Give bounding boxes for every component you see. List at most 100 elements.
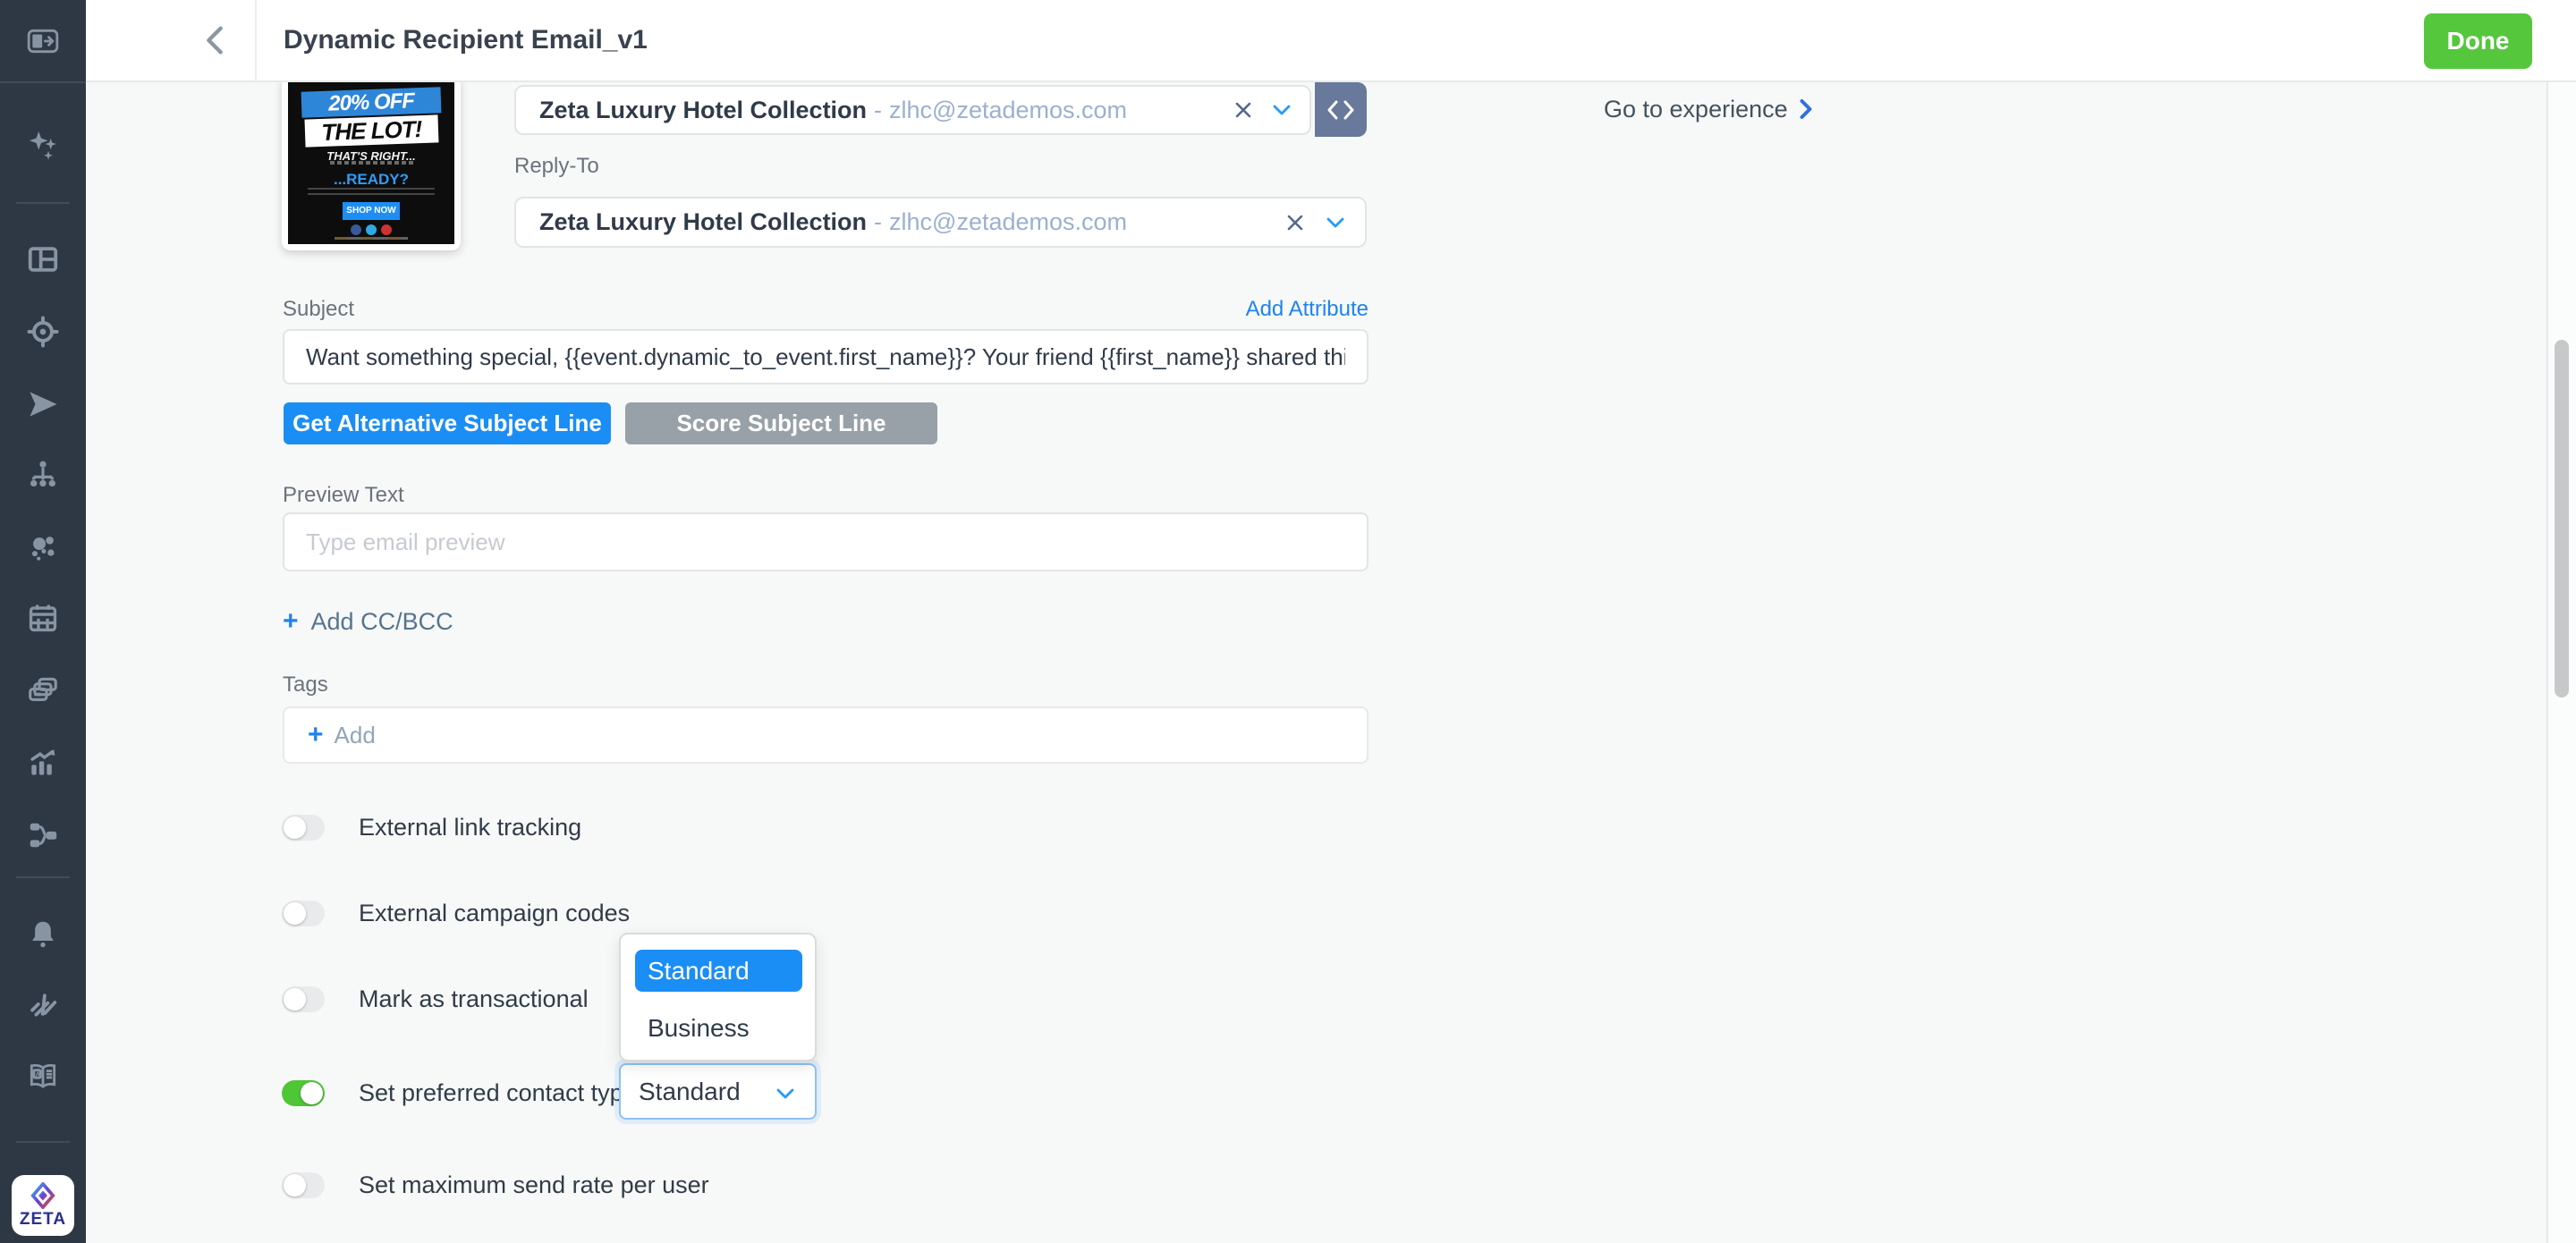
preview-text-label: Preview Text: [283, 483, 404, 508]
toggle-row: External campaign codes: [282, 900, 630, 927]
svg-text:A: A: [36, 1070, 41, 1078]
dropdown-option-standard[interactable]: Standard: [635, 950, 802, 992]
twitter-icon: [366, 224, 377, 235]
reply-to-label: Reply-To: [514, 154, 599, 179]
contact-type-dropdown-menu: Standard Business: [619, 933, 817, 1061]
scrollbar-thumb[interactable]: [2555, 340, 2569, 698]
thumb-banner-1: 20% OFF: [301, 87, 441, 118]
toggle-label: Mark as transactional: [359, 985, 589, 1013]
main-content: 20% OFF THE LOT! THAT'S RIGHT... ...READ…: [86, 82, 2576, 1243]
templates-icon[interactable]: [0, 664, 86, 721]
toggle-label: Set preferred contact type: [359, 1079, 637, 1107]
mark-as-transactional-toggle[interactable]: [282, 986, 325, 1012]
external-campaign-codes-toggle[interactable]: [282, 901, 325, 926]
toggle-knob: [284, 988, 306, 1010]
toggle-row: Set maximum send rate per user: [282, 1171, 709, 1199]
preview-text-input[interactable]: [283, 512, 1368, 571]
plus-icon: +: [308, 722, 324, 748]
code-view-button[interactable]: [1315, 82, 1367, 137]
dashboard-icon[interactable]: [0, 231, 86, 288]
flows-icon[interactable]: [0, 807, 86, 864]
journey-icon[interactable]: [0, 446, 86, 503]
googleplus-icon: [381, 224, 392, 235]
contact-type-selected-value: Standard: [639, 1078, 741, 1106]
toggle-knob: [301, 1082, 323, 1104]
signal-icon[interactable]: [0, 975, 86, 1032]
header-divider: [255, 0, 257, 80]
clear-from-icon[interactable]: [1233, 99, 1254, 121]
from-separator: -: [874, 97, 882, 124]
from-select[interactable]: Zeta Luxury Hotel Collection - zlhc@zeta…: [514, 85, 1311, 135]
clear-reply-to-icon[interactable]: [1284, 212, 1306, 233]
plus-icon: +: [283, 608, 299, 635]
back-button[interactable]: [190, 0, 240, 80]
send-icon[interactable]: [0, 376, 86, 433]
dropdown-option-business[interactable]: Business: [648, 1013, 750, 1044]
sidebar: A ZETA: [0, 0, 86, 1243]
sidebar-divider: [0, 81, 86, 83]
reply-to-select[interactable]: Zeta Luxury Hotel Collection - zlhc@zeta…: [514, 197, 1367, 248]
toggle-label: External campaign codes: [359, 900, 630, 927]
chevron-down-icon[interactable]: [1326, 216, 1345, 229]
toggle-label: External link tracking: [359, 814, 581, 841]
target-icon[interactable]: [0, 303, 86, 360]
scrollbar-track: [2546, 82, 2576, 1243]
reports-icon[interactable]: [0, 734, 86, 791]
done-button[interactable]: Done: [2424, 13, 2532, 69]
docs-icon[interactable]: A: [0, 1047, 86, 1104]
thumb-cta-button: SHOP NOW: [343, 202, 399, 220]
score-subject-button[interactable]: Score Subject Line: [625, 402, 937, 444]
toggle-knob: [284, 816, 306, 839]
header: Dynamic Recipient Email_v1 Done: [86, 0, 2576, 82]
add-cc-bcc-label: Add CC/BCC: [311, 608, 453, 636]
chevron-right-icon: [1799, 98, 1813, 120]
sidebar-divider: [16, 202, 70, 204]
from-name: Zeta Luxury Hotel Collection: [539, 97, 867, 124]
thumb-subline: [330, 161, 413, 165]
facebook-icon: [351, 224, 361, 235]
reply-to-name: Zeta Luxury Hotel Collection: [539, 208, 867, 236]
thumb-footer-text: [335, 237, 408, 240]
sidebar-divider: [16, 1141, 70, 1143]
set-max-send-rate-toggle[interactable]: [282, 1172, 325, 1198]
add-cc-bcc-link[interactable]: + Add CC/BCC: [283, 605, 453, 638]
tags-add-label: Add: [335, 722, 376, 749]
ai-sparkles-icon[interactable]: [0, 116, 86, 173]
toggle-row: Mark as transactional: [282, 985, 589, 1013]
audience-icon[interactable]: [0, 519, 86, 576]
email-thumbnail[interactable]: 20% OFF THE LOT! THAT'S RIGHT... ...READ…: [282, 82, 461, 250]
contact-type-select[interactable]: Standard: [619, 1063, 817, 1120]
toggle-knob: [284, 902, 306, 925]
zeta-logo-text: ZETA: [20, 1210, 66, 1230]
toggle-knob: [284, 1174, 306, 1196]
reply-to-email: zlhc@zetademos.com: [889, 208, 1127, 236]
email-settings-page: A ZETA Dynamic Recipient Email_v1 Done 2…: [0, 0, 2576, 1243]
sidebar-divider: [16, 876, 70, 878]
notifications-icon[interactable]: [0, 906, 86, 963]
tags-add-area[interactable]: + Add: [283, 706, 1368, 764]
chevron-down-icon: [775, 1078, 795, 1106]
subject-label: Subject: [283, 297, 354, 322]
from-email: zlhc@zetademos.com: [889, 97, 1127, 124]
sidebar-collapse-icon[interactable]: [0, 13, 86, 70]
page-title: Dynamic Recipient Email_v1: [284, 0, 648, 80]
calendar-icon[interactable]: [0, 589, 86, 647]
toggle-row: Set preferred contact type: [282, 1079, 637, 1107]
get-alternative-subject-button[interactable]: Get Alternative Subject Line: [284, 402, 611, 444]
go-to-experience-label: Go to experience: [1604, 96, 1788, 123]
subject-input[interactable]: [283, 329, 1368, 385]
tags-label: Tags: [283, 672, 328, 698]
set-preferred-contact-type-toggle[interactable]: [282, 1080, 325, 1106]
thumb-paragraph: [308, 186, 434, 195]
toggle-label: Set maximum send rate per user: [359, 1171, 709, 1199]
email-thumbnail-image: 20% OFF THE LOT! THAT'S RIGHT... ...READ…: [288, 82, 454, 244]
chevron-down-icon[interactable]: [1272, 104, 1292, 116]
zeta-logo[interactable]: ZETA: [12, 1175, 74, 1236]
external-link-tracking-toggle[interactable]: [282, 815, 325, 841]
thumb-banner-2: THE LOT!: [304, 114, 438, 147]
thumb-social-icons: [288, 224, 454, 235]
go-to-experience-link[interactable]: Go to experience: [1604, 86, 1813, 132]
add-attribute-link[interactable]: Add Attribute: [1246, 297, 1368, 322]
toggle-row: External link tracking: [282, 814, 581, 841]
reply-to-separator: -: [874, 208, 882, 236]
